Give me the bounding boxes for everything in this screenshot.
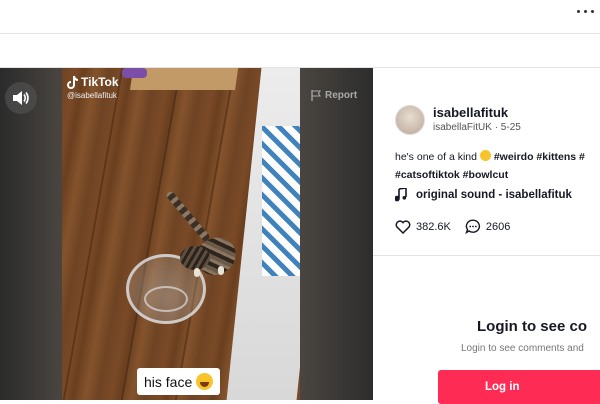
emoji-icon <box>479 150 491 161</box>
sound-name: original sound - isabellafituk <box>416 189 572 201</box>
post-info-panel: isabellafituk isabellaFitUK · 5-25 he's … <box>373 68 600 404</box>
comment-count: 2606 <box>485 220 511 233</box>
header-bar <box>0 33 600 68</box>
like-button[interactable]: 382.6K <box>395 219 451 234</box>
post-stats: 382.6K 2606 <box>395 219 518 234</box>
divider <box>373 255 600 256</box>
video-blur-right <box>300 68 373 400</box>
video-frame[interactable] <box>62 68 300 400</box>
volume-icon <box>13 91 29 105</box>
avatar[interactable] <box>395 105 425 135</box>
report-label: Report <box>325 90 358 101</box>
watermark-handle: @isabellafituk <box>67 91 117 100</box>
watermark-brand: TikTok <box>81 75 119 89</box>
kitten-paw <box>194 268 200 277</box>
flag-icon <box>311 90 321 101</box>
tiktok-logo-icon <box>67 75 78 89</box>
tiktok-watermark: TikTok @isabellafituk <box>67 75 119 100</box>
laughing-emoji <box>196 373 214 390</box>
blue-pattern-blanket <box>262 126 300 276</box>
video-caption: his face <box>137 368 221 395</box>
kitten-paw <box>218 266 224 275</box>
comment-button[interactable]: 2606 <box>465 219 510 234</box>
top-bar <box>0 0 600 33</box>
login-button[interactable]: Log in <box>438 370 600 404</box>
like-count: 382.6K <box>416 220 451 233</box>
login-title: Login to see co <box>477 318 588 335</box>
sound-link[interactable]: original sound - isabellafituk <box>395 188 572 202</box>
post-description: he's one of a kind #weirdo #kittens # #c… <box>395 148 585 184</box>
login-subtitle: Login to see comments and <box>461 343 584 354</box>
video-player[interactable] <box>0 68 373 400</box>
report-button[interactable]: Report <box>311 90 357 101</box>
purple-toy <box>122 68 147 78</box>
comment-icon <box>465 219 480 234</box>
floor-plank-line <box>120 68 182 400</box>
username[interactable]: isabellafituk <box>433 105 508 120</box>
volume-button[interactable] <box>5 82 37 114</box>
caption-text: his face <box>144 373 193 390</box>
kitten-head <box>180 246 210 270</box>
author-subline: isabellaFitUK · 5-25 <box>433 122 521 133</box>
music-note-icon <box>395 188 407 202</box>
description-text: he's one of a kind <box>395 151 477 163</box>
floor-plank-line <box>62 68 124 400</box>
more-icon[interactable] <box>577 10 594 13</box>
kitten <box>165 189 250 283</box>
heart-icon <box>395 219 411 234</box>
glass-bowl-rim <box>144 286 188 312</box>
video-blur-left <box>0 68 62 400</box>
kitten-tail <box>165 189 212 243</box>
hashtag-line-2[interactable]: #catsoftiktok #bowlcut <box>395 169 508 181</box>
hashtag-line-1[interactable]: #weirdo #kittens # <box>494 151 585 163</box>
